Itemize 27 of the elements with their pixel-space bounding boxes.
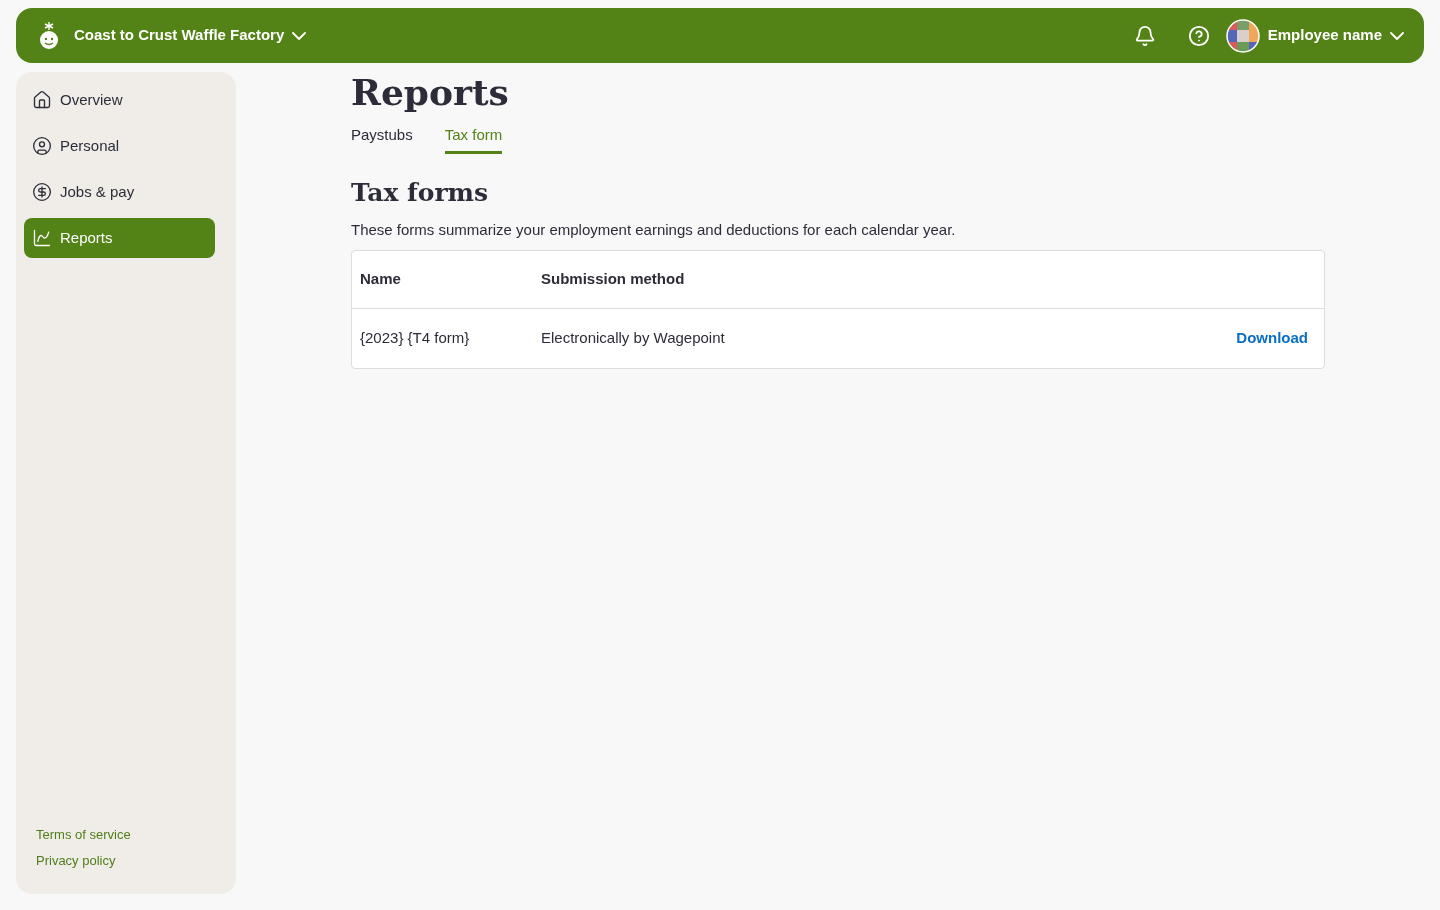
person-icon (32, 136, 52, 156)
home-icon (32, 90, 52, 110)
company-switcher[interactable]: Coast to Crust Waffle Factory (74, 24, 307, 47)
page-title: Reports (351, 72, 510, 112)
report-icon (32, 228, 52, 248)
column-header: Submission method (541, 268, 685, 289)
avatar-pattern-icon (1225, 18, 1260, 53)
footer-link[interactable]: Privacy policy (36, 850, 216, 870)
column-header: Name (360, 268, 402, 289)
nav-item[interactable]: Reports (24, 218, 215, 258)
help-icon[interactable] (1187, 24, 1210, 47)
tab[interactable]: Paystubs (351, 124, 413, 154)
tab[interactable]: Tax form (444, 124, 503, 154)
nav-item[interactable]: Overview (24, 80, 215, 120)
section-description: These forms summarize your employment earnings and deductions for each calendar year. (351, 220, 957, 240)
chevron-down-icon (1390, 31, 1404, 40)
user-menu[interactable]: Employee name (1225, 18, 1404, 53)
table-cell-text: {2023} {T4 form} (360, 327, 471, 348)
nav-item[interactable]: Jobs & pay (24, 172, 215, 212)
notification-bell-icon[interactable] (1133, 24, 1156, 47)
nav-item[interactable]: Personal (24, 126, 215, 166)
dollar-icon (32, 182, 52, 202)
table-cell-text: Electronically by Wagepoint (541, 327, 725, 348)
section-title: Tax forms (351, 176, 490, 209)
footer-link[interactable]: Terms of service (36, 825, 216, 845)
download-link[interactable]: Download (1236, 326, 1308, 350)
chevron-down-icon (292, 31, 307, 40)
